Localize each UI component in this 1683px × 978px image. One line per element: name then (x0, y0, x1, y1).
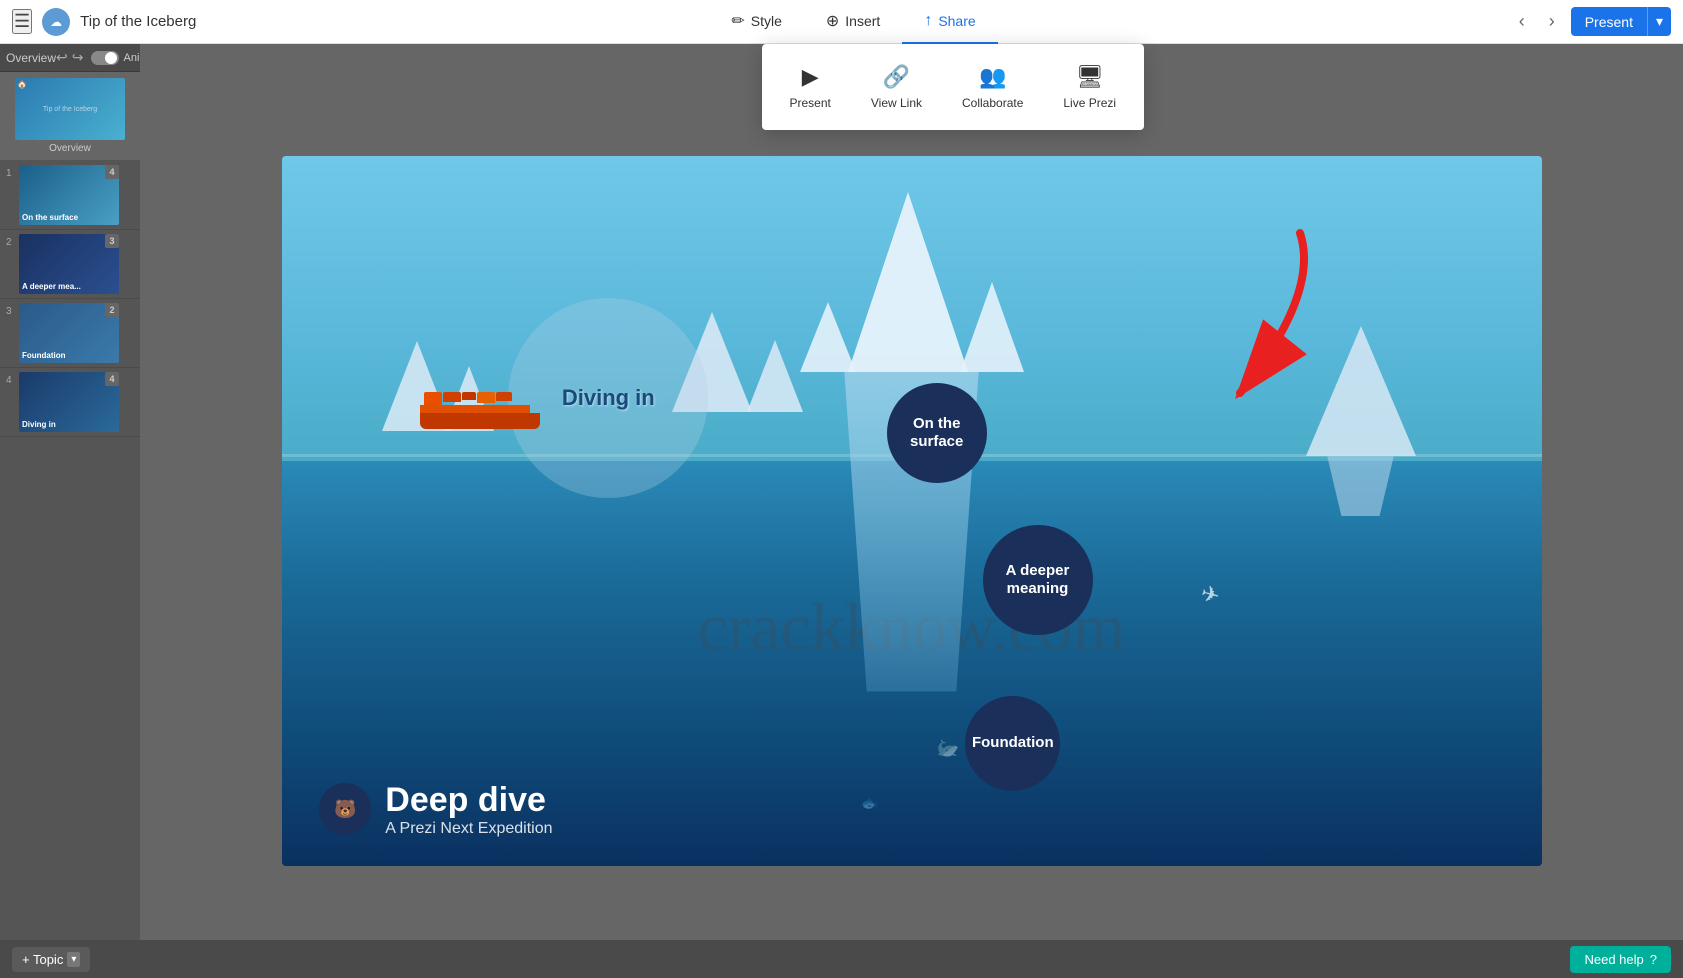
slide-thumb-1: 4 On the surface (19, 165, 119, 225)
slide-thumb-3: 2 Foundation (19, 303, 119, 363)
slide-badge-4: 4 (105, 372, 119, 386)
collaborate-dropdown-item[interactable]: 👥 Collaborate (942, 56, 1043, 118)
view-link-label: View Link (871, 96, 922, 110)
style-button[interactable]: ✏ Style (709, 0, 804, 44)
sidebar-overview-label: Overview (6, 51, 56, 65)
canvas[interactable]: Diving in crackknow.com (282, 156, 1542, 866)
live-prezi-icon: 🖥 (1076, 64, 1104, 90)
slide-badge-2: 3 (105, 234, 119, 248)
present-dropdown-icon: ▶ (802, 64, 819, 90)
animations-toggle[interactable]: Animations (87, 49, 140, 66)
slide-number-4: 4 (6, 375, 16, 386)
prev-button[interactable]: ‹ (1511, 7, 1533, 36)
present-button-label: Present (1571, 8, 1647, 36)
slide-number-2: 2 (6, 237, 16, 248)
animations-label: Animations (123, 52, 140, 64)
foundation-node[interactable]: Foundation (965, 696, 1060, 791)
slide-label-1: On the surface (22, 213, 78, 222)
insert-button[interactable]: ⊕ Insert (804, 0, 902, 44)
dd-text: Deep dive A Prezi Next Expedition (385, 781, 552, 838)
topic-label: + Topic (22, 952, 63, 967)
slide-badge-3: 2 (105, 303, 119, 317)
slide-label-4: Diving in (22, 420, 56, 429)
slide-label-2: A deeper mea... (22, 282, 81, 291)
sidebar: Overview ↩ ↪ Animations 🏠 Tip of the Ice… (0, 44, 140, 978)
slide-badge-1: 4 (105, 165, 119, 179)
deep-dive-title: Deep dive (385, 781, 552, 820)
canvas-area[interactable]: Diving in crackknow.com (140, 44, 1683, 978)
present-dropdown-arrow[interactable]: ▾ (1647, 7, 1671, 36)
slide-item-2[interactable]: 2 3 A deeper mea... (0, 230, 140, 299)
slide-item-3[interactable]: 3 2 Foundation (0, 299, 140, 368)
overview-slide[interactable]: 🏠 Tip of the Iceberg Overview (0, 72, 140, 161)
insert-label: Insert (845, 13, 880, 29)
insert-icon: ⊕ (826, 11, 839, 31)
fish-icon: 🐟 (861, 795, 878, 812)
style-icon: ✏ (731, 11, 744, 31)
toggle-switch[interactable] (91, 51, 119, 65)
slide-number-3: 3 (6, 306, 16, 317)
present-button[interactable]: Present ▾ (1571, 7, 1671, 36)
slide-thumb-2: 3 A deeper mea... (19, 234, 119, 294)
share-label: Share (938, 13, 975, 29)
slide-item-4[interactable]: 4 4 Diving in (0, 368, 140, 437)
app-title: Tip of the Iceberg (80, 13, 196, 30)
cloud-icon: ☁ (42, 8, 70, 36)
hamburger-menu[interactable]: ☰ (12, 9, 32, 34)
topic-dropdown-arrow[interactable]: ▾ (67, 952, 80, 967)
slide-number-1: 1 (6, 168, 16, 179)
top-bar-left: ☰ ☁ Tip of the Iceberg (0, 8, 208, 36)
redo-button[interactable]: ↪ (72, 49, 84, 66)
on-surface-label: On the surface (887, 415, 987, 451)
next-button[interactable]: › (1541, 7, 1563, 36)
undo-button[interactable]: ↩ (56, 49, 68, 66)
toolbar-center: ✏ Style ⊕ Insert ↑ Share (208, 0, 1498, 44)
view-link-dropdown-item[interactable]: 🔗 View Link (851, 56, 942, 118)
collaborate-label: Collaborate (962, 96, 1023, 110)
foundation-label: Foundation (972, 734, 1054, 752)
live-prezi-label: Live Prezi (1063, 96, 1116, 110)
share-icon: ↑ (924, 12, 932, 30)
slide-thumb-4: 4 Diving in (19, 372, 119, 432)
add-topic-button[interactable]: + Topic ▾ (12, 947, 90, 972)
present-dropdown-label: Present (790, 96, 831, 110)
whale-icon: 🐋 (937, 738, 959, 759)
deep-dive-area: 🐻 Deep dive A Prezi Next Expedition (319, 781, 552, 838)
top-bar: ☰ ☁ Tip of the Iceberg ✏ Style ⊕ Insert … (0, 0, 1683, 44)
view-link-icon: 🔗 (883, 64, 910, 90)
style-label: Style (751, 13, 782, 29)
bottom-bar: + Topic ▾ Need help ? (0, 940, 140, 978)
live-prezi-dropdown-item[interactable]: 🖥 Live Prezi (1043, 56, 1136, 118)
slide-label-3: Foundation (22, 351, 66, 360)
main-layout: Overview ↩ ↪ Animations 🏠 Tip of the Ice… (0, 44, 1683, 978)
deep-dive-subtitle: A Prezi Next Expedition (385, 820, 552, 838)
deeper-meaning-label: A deeper meaning (983, 562, 1093, 598)
overview-label: Overview (49, 143, 91, 154)
on-surface-node[interactable]: On the surface (887, 383, 987, 483)
slide-item-1[interactable]: 1 4 On the surface (0, 161, 140, 230)
deeper-meaning-node[interactable]: A deeper meaning (983, 525, 1093, 635)
present-dropdown-item[interactable]: ▶ Present (770, 56, 851, 118)
top-bar-right: ‹ › Present ▾ (1499, 7, 1683, 36)
diving-in-label[interactable]: Diving in (562, 385, 655, 411)
collaborate-icon: 👥 (979, 64, 1006, 90)
bear-icon: 🐻 (334, 799, 356, 820)
dd-logo: 🐻 (319, 783, 371, 835)
share-button[interactable]: ↑ Share (902, 0, 997, 44)
share-dropdown: ▶ Present 🔗 View Link 👥 Collaborate 🖥 Li… (762, 44, 1145, 130)
presentation-scene: Diving in crackknow.com (282, 156, 1542, 866)
